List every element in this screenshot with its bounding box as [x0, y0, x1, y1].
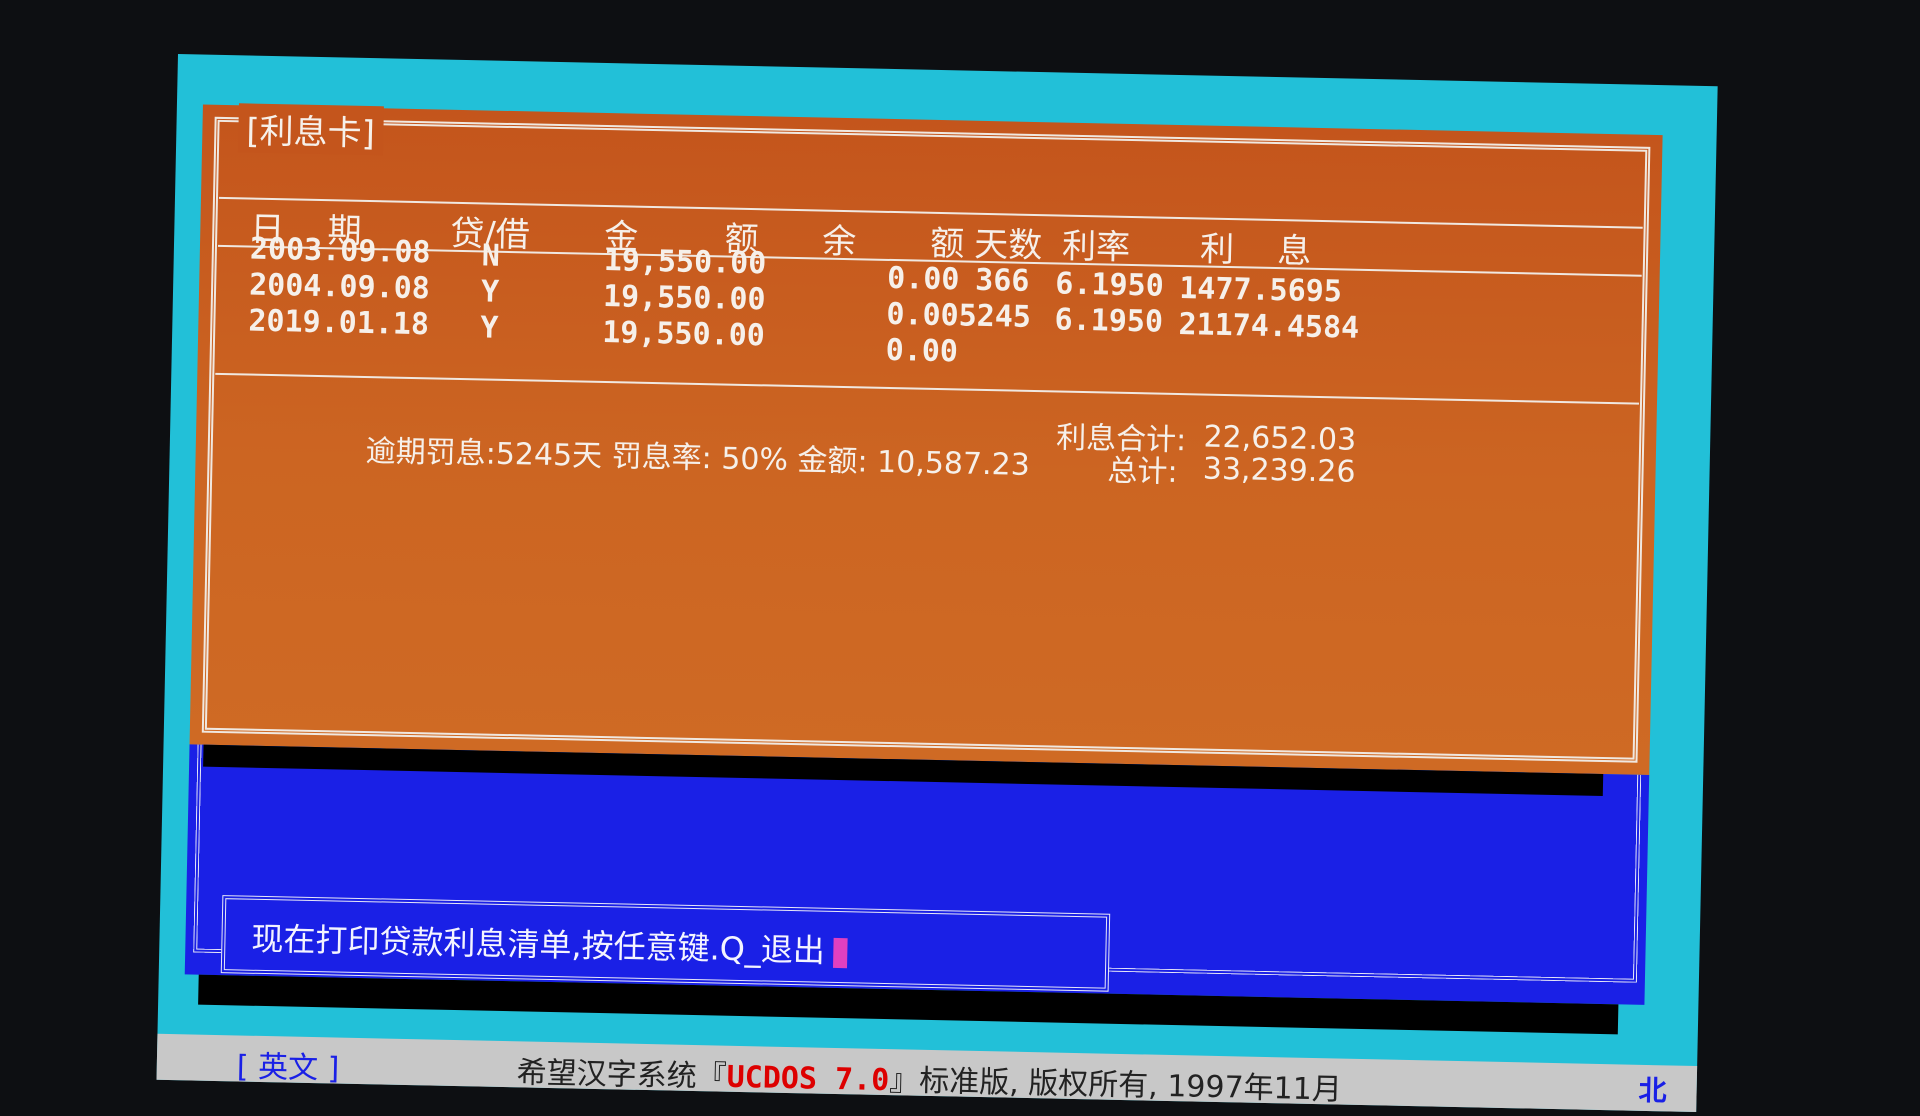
header-rate: 利率 [1061, 226, 1131, 268]
row2-rate: 6.1950 [1054, 302, 1164, 340]
card-title: [利息卡] [237, 103, 384, 156]
row1-interest: 1477.5695 [1178, 271, 1343, 310]
grand-total-label: 总计: [1107, 453, 1178, 491]
prompt-text: 现在打印贷款利息清单,按任意键.Q_退出 [251, 919, 826, 970]
header-days: 天数 [973, 224, 1043, 267]
interest-card: [利息卡] 日 期 贷/借 金 额 余 额 天数 利率 利 息 2003.09.… [189, 103, 1663, 775]
header-balance-right: 额 [929, 223, 965, 265]
row1-days: 366 [974, 262, 1030, 299]
row2-flag: Y [480, 274, 500, 310]
ime-icon[interactable]: 北 [1638, 1069, 1667, 1110]
grand-total-value: 33,239.26 [1202, 451, 1356, 490]
row3-date: 2019.01.18 [248, 303, 430, 343]
row1-amount: 19,550.00 [603, 242, 767, 282]
prompt-message: 现在打印贷款利息清单,按任意键.Q_退出 [251, 914, 848, 972]
row2-days: 5245 [958, 298, 1032, 335]
row1-flag: N [481, 238, 501, 274]
row2-interest: 21174.4584 [1178, 307, 1360, 346]
row2-date: 2004.09.08 [248, 267, 431, 307]
row2-balance: 0.00 [886, 296, 960, 334]
banner-brand: UCDOS 7.0 [726, 1059, 890, 1099]
row2-amount: 19,550.00 [602, 278, 766, 318]
status-bar: [ 英文 ] 希望汉字系统『UCDOS 7.0』标准版, 版权所有, 1997年… [156, 1033, 1698, 1113]
row1-rate: 6.1950 [1055, 266, 1165, 304]
header-balance-left: 余 [821, 221, 857, 263]
row3-flag: Y [479, 310, 499, 346]
row3-amount: 19,550.00 [601, 314, 766, 354]
row1-balance: 0.00 [886, 260, 960, 298]
banner-suffix: 』标准版, 版权所有, 1997年11月 [888, 1063, 1343, 1108]
dos-screen: [利息卡] 日 期 贷/借 金 额 余 额 天数 利率 利 息 2003.09.… [156, 54, 1718, 1113]
row3-balance: 0.00 [885, 332, 959, 370]
banner-prefix: 希望汉字系统『 [516, 1055, 728, 1095]
text-cursor[interactable] [832, 937, 848, 969]
system-banner: 希望汉字系统『UCDOS 7.0』标准版, 版权所有, 1997年11月 [516, 1047, 1342, 1108]
row1-date: 2003.09.08 [249, 231, 431, 271]
input-mode-indicator[interactable]: [ 英文 ] [236, 1041, 339, 1087]
